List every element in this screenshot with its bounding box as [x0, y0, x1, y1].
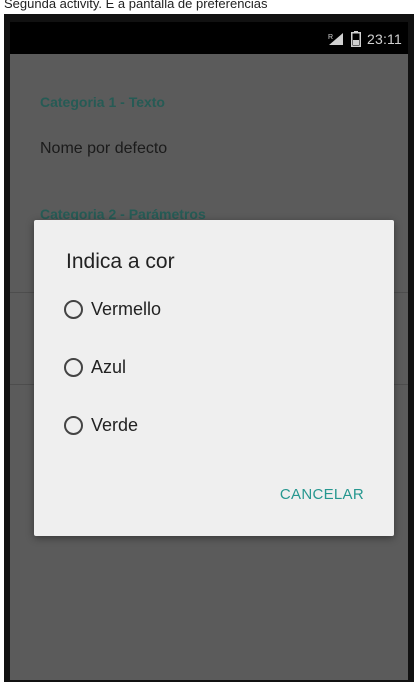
- color-picker-dialog: Indica a cor Vermello Azul Verde CANCELA…: [34, 220, 394, 536]
- radio-option-vermello[interactable]: Vermello: [64, 294, 161, 324]
- cancel-button[interactable]: CANCELAR: [280, 486, 364, 503]
- radio-button-icon[interactable]: [64, 415, 83, 435]
- radio-label: Verde: [91, 414, 139, 435]
- radio-label: Vermello: [91, 298, 162, 319]
- radio-option-verde[interactable]: Verde: [64, 410, 138, 440]
- screenshot-caption: Segunda activity. É a pantalla de prefer…: [4, 0, 268, 11]
- radio-option-azul[interactable]: Azul: [64, 352, 126, 382]
- phone-screen: Categoria 1 - Texto Nome por defecto Cat…: [10, 22, 408, 680]
- dialog-title: Indica a cor: [66, 250, 175, 273]
- device-frame: Categoria 1 - Texto Nome por defecto Cat…: [4, 14, 414, 682]
- page: Segunda activity. É a pantalla de prefer…: [0, 0, 418, 682]
- radio-button-icon[interactable]: [64, 357, 83, 377]
- radio-label: Azul: [91, 356, 127, 377]
- radio-button-icon[interactable]: [64, 299, 83, 319]
